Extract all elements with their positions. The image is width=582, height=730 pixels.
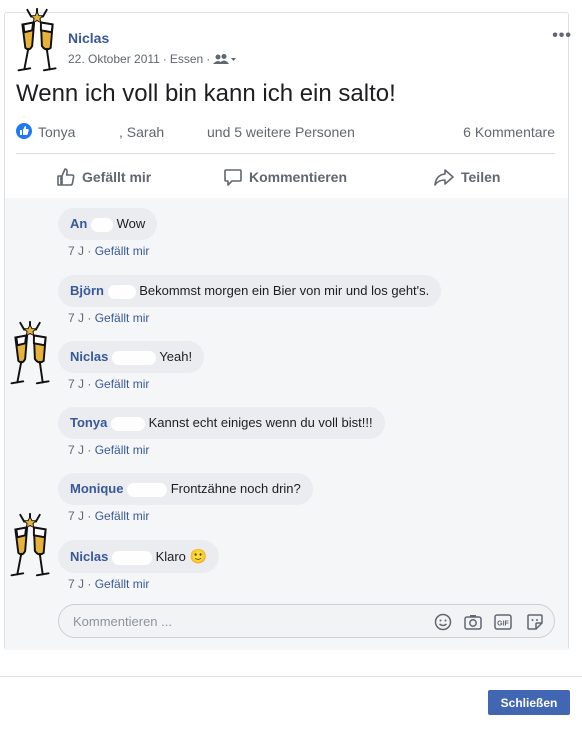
post-text: Wenn ich voll bin kann ich ein salto! [16, 80, 396, 107]
comment-item: An Wow 7 J · Gefällt mir [58, 208, 158, 258]
share-label: Teilen [461, 169, 501, 185]
comment-time[interactable]: 7 J [68, 244, 84, 258]
comment-author[interactable]: Monique [70, 481, 123, 496]
smiley-emoji: 🙂 [189, 548, 207, 564]
comment-author[interactable]: Tonya [70, 415, 107, 430]
comment-label: Kommentieren [249, 169, 348, 185]
comment-input[interactable] [71, 613, 415, 630]
comment-author[interactable]: Niclas [70, 549, 108, 564]
divider [16, 153, 555, 154]
comment-author[interactable]: Björn [70, 283, 104, 298]
reaction-name-1[interactable]: Tonya [38, 124, 75, 140]
comment-item: Björn Bekommst morgen ein Bier von mir u… [58, 275, 442, 325]
comment-bubble: Niclas Klaro 🙂 [58, 540, 219, 573]
comment-text: Bekommst morgen ein Bier von mir und los… [139, 283, 430, 298]
comment-like-link[interactable]: Gefällt mir [95, 577, 150, 591]
comment-bubble: Björn Bekommst morgen ein Bier von mir u… [58, 275, 442, 307]
comment-item: Niclas Yeah! 7 J · Gefällt mir [58, 341, 205, 391]
friends-icon[interactable] [213, 53, 237, 65]
comment-composer[interactable]: GIF [58, 604, 555, 638]
reactions-summary[interactable]: Tonya , Sarah und 5 weitere Personen 6 K… [16, 122, 555, 142]
footer-divider [0, 676, 582, 677]
like-badge-icon [16, 123, 32, 139]
post-author[interactable]: Niclas [68, 30, 109, 46]
comment-time[interactable]: 7 J [68, 443, 84, 457]
comment-time[interactable]: 7 J [68, 311, 84, 325]
comment-bubble: Monique Frontzähne noch drin? [58, 473, 313, 505]
gif-icon[interactable]: GIF [493, 612, 513, 632]
post-meta: 22. Oktober 2011 · Essen · [68, 52, 237, 66]
comment-bubble: Niclas Yeah! [58, 341, 205, 373]
comment-author[interactable]: Niclas [70, 349, 108, 364]
comment-text: Kannst echt einiges wenn du voll bist!!! [148, 415, 373, 430]
camera-icon[interactable] [463, 612, 483, 632]
comment-bubble: An Wow [58, 208, 158, 240]
comment-bubble: Tonya Kannst echt einiges wenn du voll b… [58, 407, 385, 439]
close-button[interactable]: Schließen [488, 690, 570, 715]
comment-author[interactable]: An [70, 216, 87, 231]
comment-like-link[interactable]: Gefällt mir [95, 509, 150, 523]
speech-bubble-icon [224, 169, 242, 186]
comment-like-link[interactable]: Gefällt mir [95, 311, 150, 325]
comment-button[interactable]: Kommentieren [223, 158, 347, 196]
comment-text: Frontzähne noch drin? [170, 481, 301, 496]
like-label: Gefällt mir [82, 169, 152, 185]
commenter-avatar[interactable] [6, 508, 56, 586]
commenter-avatar[interactable] [6, 316, 56, 394]
like-button[interactable]: Gefällt mir [56, 158, 151, 196]
comment-text: Wow [116, 216, 146, 231]
thumbs-up-icon [57, 168, 75, 186]
comment-item: Monique Frontzähne noch drin? 7 J · Gefä… [58, 473, 313, 523]
share-button[interactable]: Teilen [433, 158, 500, 196]
comment-text: Yeah! [159, 349, 193, 364]
author-avatar[interactable] [10, 3, 66, 81]
comment-like-link[interactable]: Gefällt mir [95, 244, 150, 258]
comment-time[interactable]: 7 J [68, 509, 84, 523]
more-options-button[interactable]: ••• [552, 27, 572, 45]
comment-like-link[interactable]: Gefällt mir [95, 443, 150, 457]
svg-text:GIF: GIF [497, 621, 509, 628]
comment-item: Tonya Kannst echt einiges wenn du voll b… [58, 407, 385, 457]
reaction-others[interactable]: und 5 weitere Personen [207, 124, 355, 140]
comment-item: Niclas Klaro 🙂 7 J · Gefällt mir [58, 540, 219, 591]
post-date[interactable]: 22. Oktober 2011 [68, 52, 160, 66]
comment-like-link[interactable]: Gefällt mir [95, 377, 150, 391]
reaction-name-2[interactable]: , Sarah [119, 124, 164, 140]
sticker-icon[interactable] [525, 612, 545, 632]
comment-time[interactable]: 7 J [68, 377, 84, 391]
comment-text: Klaro [155, 549, 186, 564]
comment-count[interactable]: 6 Kommentare [463, 124, 555, 140]
share-arrow-icon [434, 169, 454, 186]
post-place[interactable]: Essen [170, 52, 203, 66]
action-bar: Gefällt mir Kommentieren Teilen [16, 158, 555, 196]
emoji-icon[interactable] [433, 612, 453, 632]
comment-time[interactable]: 7 J [68, 577, 84, 591]
